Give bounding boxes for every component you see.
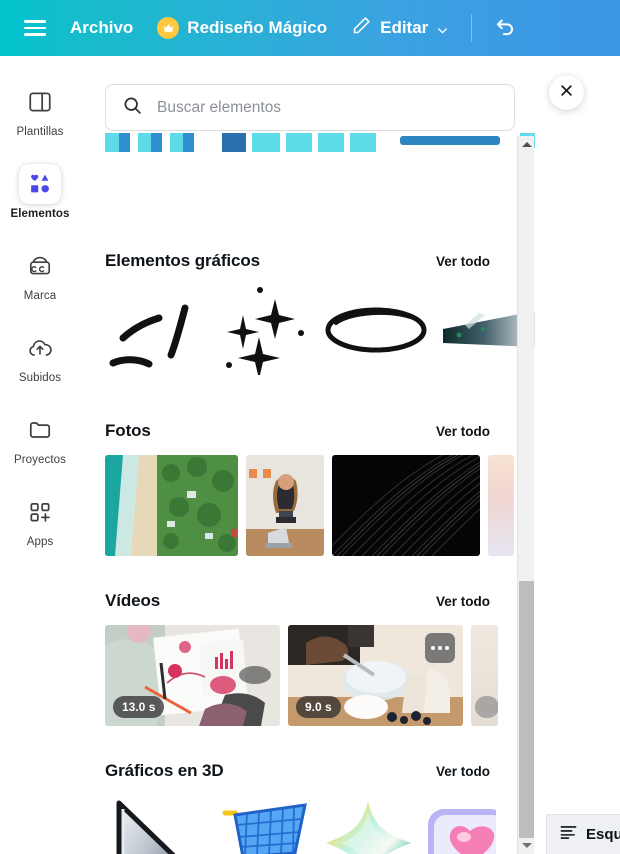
section-header: Fotos Ver todo [105,421,490,441]
photo-tile[interactable] [105,455,238,556]
search-icon [122,95,143,121]
outline-button[interactable]: Esquema [546,814,620,854]
magic-redesign-button[interactable]: Rediseño Mágico [145,11,339,45]
section-header: Vídeos Ver todo [105,591,490,611]
close-panel-button[interactable] [549,75,584,110]
elements-icon [19,164,61,204]
sidebar-label-apps: Apps [26,536,54,548]
graphic-tile[interactable] [105,285,205,375]
scrollbar-thumb[interactable] [519,581,534,838]
video-tile[interactable]: 9.0 s [288,625,463,726]
main-menu-button[interactable] [12,14,58,42]
sidebar-label-subidos: Subidos [18,372,62,384]
top-toolbar: Archivo Rediseño Mágico Editar [0,0,620,56]
section-header: Gráficos en 3D Ver todo [105,761,490,781]
templates-icon [19,82,61,122]
sidebar-item-subidos[interactable]: Subidos [4,326,76,386]
sidebar-label-proyectos: Proyectos [13,454,67,466]
brand-icon [19,246,61,286]
graphic-tile[interactable] [321,285,431,375]
see-all-link-videos[interactable]: Ver todo [436,594,490,609]
search-bar-container [105,84,515,133]
chevron-down-icon [436,22,449,35]
three-d-tile[interactable] [213,795,313,854]
sidebar-label-plantillas: Plantillas [16,126,64,138]
sidebar-item-plantillas[interactable]: Plantillas [4,80,76,140]
section-title: Fotos [105,421,151,440]
triangle-up-icon [521,142,532,147]
magic-redesign-label: Rediseño Mágico [187,18,328,37]
file-menu-button[interactable]: Archivo [58,12,145,44]
graphic-tile[interactable] [213,285,313,375]
sidebar-item-apps[interactable]: Apps [4,490,76,550]
videos-carousel[interactable]: 13.0 s 9.0 s [105,625,531,726]
edit-menu-label: Editar [380,18,429,37]
elements-panel: Elementos gráficos Ver todo [80,56,535,854]
uploads-icon [19,328,61,368]
search-input[interactable] [157,98,498,117]
see-all-link-fotos[interactable]: Ver todo [436,424,490,439]
video-duration-badge: 13.0 s [113,696,165,718]
projects-icon [19,410,61,450]
section-videos: Vídeos Ver todo 13.0 s 9.0 s [105,591,531,726]
file-menu-label: Archivo [70,18,134,37]
see-all-link-3d[interactable]: Ver todo [436,764,490,779]
canva-editor-window: Archivo Rediseño Mágico Editar Plantilla… [0,0,620,854]
crown-icon [157,17,180,39]
three-d-tile[interactable] [105,795,205,854]
ellipsis-icon[interactable] [425,633,455,663]
hamburger-icon [24,20,46,36]
apps-icon [19,492,61,532]
see-all-link-graficos[interactable]: Ver todo [436,254,490,269]
undo-button[interactable] [482,7,528,50]
panel-scrollbar[interactable] [517,136,534,854]
pencil-icon [351,15,372,41]
canvas-area [535,56,620,854]
sidebar-item-proyectos[interactable]: Proyectos [4,408,76,468]
section-title: Vídeos [105,591,161,610]
photo-tile[interactable] [488,455,514,556]
outline-icon [559,823,578,847]
close-icon [559,83,574,103]
color-swatch-strip[interactable] [105,130,535,152]
video-duration-badge: 9.0 s [296,696,341,718]
triangle-down-icon [521,843,532,848]
section-header: Elementos gráficos Ver todo [105,251,490,271]
sidebar-label-marca: Marca [23,290,57,302]
left-sidebar: Plantillas Elementos Marca Subidos Proye… [0,56,80,854]
search-box[interactable] [105,84,515,131]
photo-tile[interactable] [246,455,324,556]
three-d-tile[interactable] [321,795,416,854]
sidebar-item-marca[interactable]: Marca [4,244,76,304]
three-d-carousel[interactable] [105,795,531,854]
section-fotos: Fotos Ver todo [105,421,531,556]
video-tile[interactable] [471,625,498,726]
edit-menu-button[interactable]: Editar [339,9,461,47]
video-tile[interactable]: 13.0 s [105,625,280,726]
graphics-carousel[interactable] [105,285,535,375]
photos-carousel[interactable] [105,455,531,556]
sidebar-item-elementos[interactable]: Elementos [4,162,76,222]
scroll-down-button[interactable] [518,837,535,854]
undo-icon [492,13,518,44]
sidebar-label-elementos: Elementos [10,208,70,220]
outline-label: Esquema [586,826,620,843]
three-d-tile[interactable] [424,795,496,854]
section-elementos-graficos: Elementos gráficos Ver todo [105,251,535,375]
toolbar-divider [471,14,473,42]
photo-tile[interactable] [332,455,480,556]
section-title: Gráficos en 3D [105,761,224,780]
section-title: Elementos gráficos [105,251,261,270]
section-graficos-3d: Gráficos en 3D Ver todo [105,761,531,854]
scroll-up-button[interactable] [518,136,535,153]
